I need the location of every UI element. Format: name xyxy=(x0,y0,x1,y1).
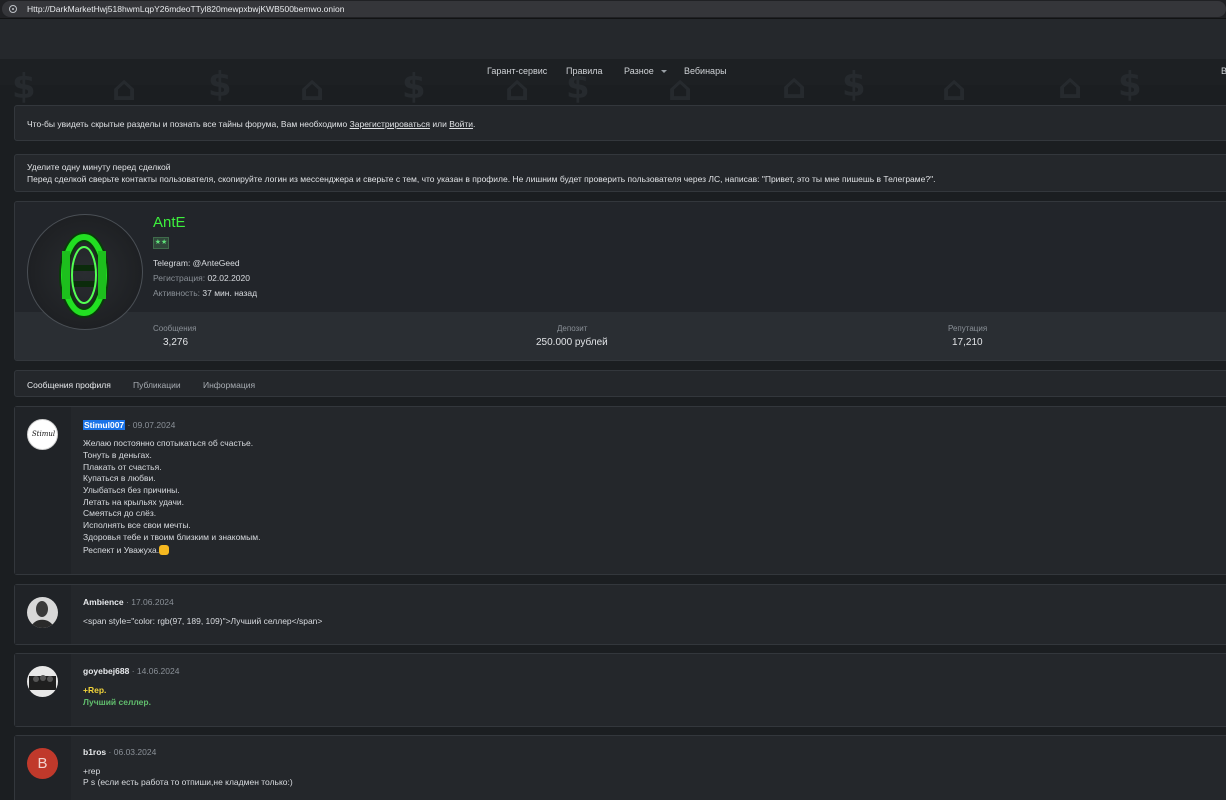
avatar[interactable]: B xyxy=(27,748,58,779)
post-date[interactable]: 06.03.2024 xyxy=(114,747,157,757)
tab-publications[interactable]: Публикации xyxy=(133,380,181,390)
profile-telegram: Telegram: @AnteGeed xyxy=(153,258,240,268)
ring-logo-icon xyxy=(59,232,109,318)
deal-notice: Уделите одну минуту перед сделкой Перед … xyxy=(14,154,1226,192)
url-box[interactable]: Http://DarkMarketHwj518hwmLqpY26mdeoTTyl… xyxy=(2,1,1226,17)
post-date[interactable]: 17.06.2024 xyxy=(131,597,174,607)
post-line-seller: Лучший селлер. xyxy=(83,697,151,707)
post-line: Желаю постоянно спотыкаться об счастье. xyxy=(83,438,254,448)
register-link[interactable]: Зарегистрироваться xyxy=(350,119,430,129)
profile-post: B b1ros · 06.03.2024 +rep P s (если есть… xyxy=(14,735,1226,800)
chevron-down-icon[interactable] xyxy=(661,70,667,73)
stat-value-reputation[interactable]: 17,210 xyxy=(952,337,983,348)
post-date[interactable]: 09.07.2024 xyxy=(133,420,176,430)
profile-card: AntE ★★ Telegram: @AnteGeed Регистрация:… xyxy=(14,201,1226,361)
post-meta: Stimul007 · 09.07.2024 xyxy=(83,420,175,430)
post-line: P s (если есть работа то отпиши,не кладм… xyxy=(83,777,293,787)
group-photo-icon xyxy=(29,675,56,690)
notice-prefix: Что-бы увидеть скрытые разделы и познать… xyxy=(27,119,348,129)
tab-information[interactable]: Информация xyxy=(203,380,255,390)
guest-notice-text: Что-бы увидеть скрытые разделы и познать… xyxy=(27,119,475,129)
nav-item-guarantee[interactable]: Гарант-сервис xyxy=(487,66,547,76)
activity-label: Активность: xyxy=(153,288,200,298)
nav-item-misc[interactable]: Разное xyxy=(624,66,654,76)
deal-notice-text: Перед сделкой сверьте контакты пользоват… xyxy=(27,174,936,184)
post-author[interactable]: Stimul007 xyxy=(83,420,126,430)
avatar[interactable] xyxy=(27,666,58,697)
stat-label-messages: Сообщения xyxy=(153,324,197,333)
post-line: Плакать от счастья. xyxy=(83,462,162,472)
post-line: Смеяться до слёз. xyxy=(83,508,157,518)
avatar-letter: B xyxy=(37,755,48,772)
nav-item-truncated[interactable]: В xyxy=(1221,66,1226,76)
post-line: Тонуть в деньгах. xyxy=(83,450,152,460)
profile-username[interactable]: AntE xyxy=(153,214,186,231)
post-author[interactable]: b1ros xyxy=(83,747,106,757)
profile-post: Ambience · 17.06.2024 <span style="color… xyxy=(14,584,1226,645)
avatar[interactable]: Stimul xyxy=(27,419,58,450)
tab-profile-messages[interactable]: Сообщения профиля xyxy=(27,380,111,390)
post-line: <span style="color: rgb(97, 189, 109)">Л… xyxy=(83,616,323,626)
notice-suffix: . xyxy=(473,119,476,129)
post-line: Купаться в любви. xyxy=(83,473,156,483)
login-link[interactable]: Войти xyxy=(449,119,473,129)
stat-label-deposit: Депозит xyxy=(557,324,588,333)
profile-activity: Активность: 37 мин. назад xyxy=(153,288,257,298)
post-separator: · xyxy=(127,420,131,430)
registration-label: Регистрация: xyxy=(153,273,206,283)
site-header xyxy=(0,19,1226,59)
guest-notice: Что-бы увидеть скрытые разделы и познать… xyxy=(14,105,1226,141)
profile-post: goyebej688 · 14.06.2024 +Rep. Лучший сел… xyxy=(14,653,1226,727)
post-line: Улыбаться без причины. xyxy=(83,485,180,495)
profile-post: Stimul Stimul007 · 09.07.2024 Желаю пост… xyxy=(14,406,1226,575)
stat-value-messages[interactable]: 3,276 xyxy=(163,337,188,348)
post-author[interactable]: Ambience xyxy=(83,597,124,607)
post-separator: · xyxy=(131,666,135,676)
post-line: Здоровья тебе и твоим близким и знакомым… xyxy=(83,532,261,542)
post-date[interactable]: 14.06.2024 xyxy=(137,666,180,676)
post-separator: · xyxy=(126,597,129,607)
user-badge-icon: ★★ xyxy=(153,237,169,249)
deal-notice-title: Уделите одну минуту перед сделкой xyxy=(27,162,171,172)
url-text[interactable]: Http://DarkMarketHwj518hwmLqpY26mdeoTTyl… xyxy=(27,4,344,14)
avatar-signature: Stimul xyxy=(31,430,56,438)
fist-emoji-icon xyxy=(159,545,170,555)
post-line: Исполнять все свои мечты. xyxy=(83,520,191,530)
notice-or: или xyxy=(432,119,447,129)
activity-value: 37 мин. назад xyxy=(202,288,258,298)
profile-avatar[interactable] xyxy=(27,214,143,330)
profile-tabs: Сообщения профиля Публикации Информация xyxy=(14,370,1226,397)
nav-menu: Гарант-сервис Правила Разное Вебинары xyxy=(0,66,1226,78)
post-line: Летать на крыльях удачи. xyxy=(83,497,184,507)
person-silhouette-icon xyxy=(31,601,54,628)
post-meta: b1ros · 06.03.2024 xyxy=(83,747,156,757)
site-info-icon[interactable] xyxy=(9,5,17,13)
browser-address-bar: Http://DarkMarketHwj518hwmLqpY26mdeoTTyl… xyxy=(0,0,1226,19)
post-line-rep: +Rep. xyxy=(83,685,107,695)
post-meta: goyebej688 · 14.06.2024 xyxy=(83,666,179,676)
stat-value-deposit: 250.000 рублей xyxy=(536,337,608,348)
post-line-text: Респект и Уважуха. xyxy=(83,545,160,555)
nav-item-rules[interactable]: Правила xyxy=(566,66,603,76)
avatar[interactable] xyxy=(27,597,58,628)
registration-value: 02.02.2020 xyxy=(207,273,250,283)
post-author[interactable]: goyebej688 xyxy=(83,666,129,676)
post-separator: · xyxy=(108,747,112,757)
post-line-last: Респект и Уважуха. xyxy=(83,545,170,555)
profile-stats xyxy=(15,312,1226,360)
profile-registration: Регистрация: 02.02.2020 xyxy=(153,273,250,283)
stat-label-reputation: Репутация xyxy=(948,324,988,333)
post-meta: Ambience · 17.06.2024 xyxy=(83,597,174,607)
nav-item-webinars[interactable]: Вебинары xyxy=(684,66,727,76)
post-line: +rep xyxy=(83,766,101,776)
